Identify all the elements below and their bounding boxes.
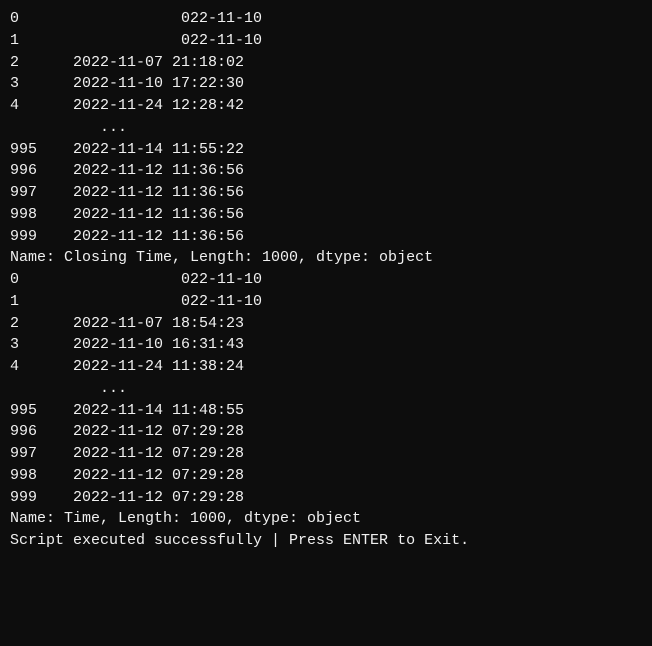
terminal-line: 996 2022-11-12 11:36:56 <box>10 160 642 182</box>
terminal-line: ... <box>10 117 642 139</box>
terminal-line: 2 2022-11-07 21:18:02 <box>10 52 642 74</box>
terminal-line: 999 2022-11-12 11:36:56 <box>10 226 642 248</box>
terminal-line: 995 2022-11-14 11:48:55 <box>10 400 642 422</box>
terminal-line: 1 022-11-10 <box>10 291 642 313</box>
terminal-line: 4 2022-11-24 11:38:24 <box>10 356 642 378</box>
terminal-line: 999 2022-11-12 07:29:28 <box>10 487 642 509</box>
terminal-line: ... <box>10 378 642 400</box>
terminal-line: Script executed successfully | Press ENT… <box>10 530 642 552</box>
terminal-line: 997 2022-11-12 11:36:56 <box>10 182 642 204</box>
terminal-line: 998 2022-11-12 07:29:28 <box>10 465 642 487</box>
terminal-line: 0 022-11-10 <box>10 8 642 30</box>
terminal-line: 997 2022-11-12 07:29:28 <box>10 443 642 465</box>
terminal-line: 4 2022-11-24 12:28:42 <box>10 95 642 117</box>
terminal-line: 2 2022-11-07 18:54:23 <box>10 313 642 335</box>
terminal-line: 0 022-11-10 <box>10 269 642 291</box>
terminal-line: Name: Closing Time, Length: 1000, dtype:… <box>10 247 642 269</box>
terminal-line: 995 2022-11-14 11:55:22 <box>10 139 642 161</box>
terminal-line: 1 022-11-10 <box>10 30 642 52</box>
terminal-line: 998 2022-11-12 11:36:56 <box>10 204 642 226</box>
terminal-window: 0 022-11-101 022-11-102 2022-11-07 21:18… <box>0 0 652 646</box>
terminal-line: 996 2022-11-12 07:29:28 <box>10 421 642 443</box>
terminal-line: 3 2022-11-10 17:22:30 <box>10 73 642 95</box>
terminal-line: Name: Time, Length: 1000, dtype: object <box>10 508 642 530</box>
terminal-line: 3 2022-11-10 16:31:43 <box>10 334 642 356</box>
